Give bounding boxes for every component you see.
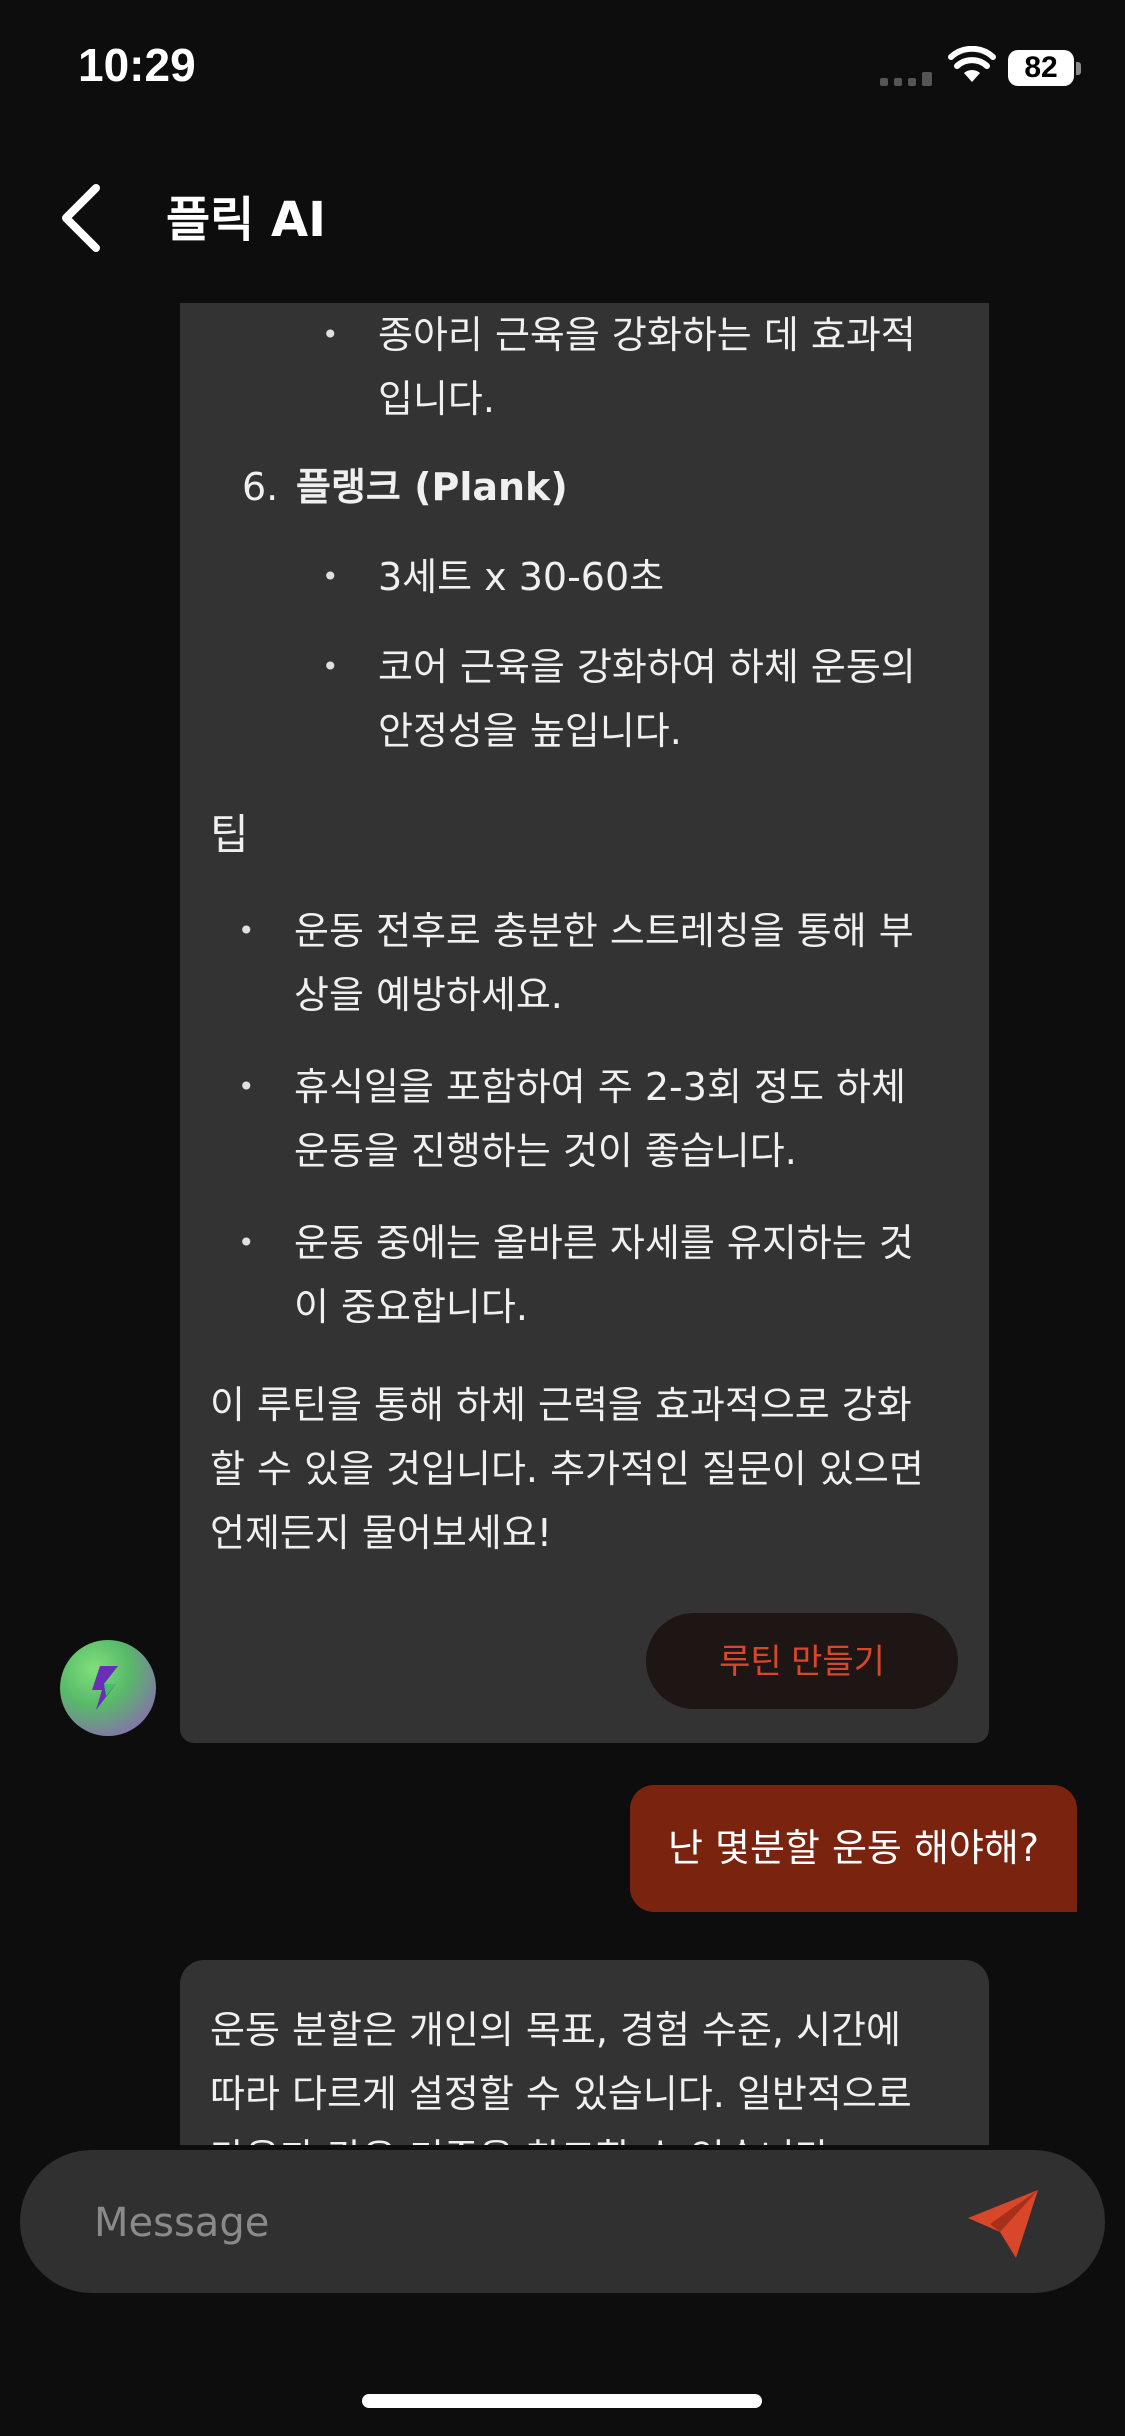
message-line: 운동 전후로 충분한 스트레칭을 통해 부 [294,909,914,953]
message-line: 휴식일을 포함하여 주 2-3회 정도 하체 [294,1065,906,1109]
battery-cap [1076,62,1081,75]
message-line: 다음과 같은 기준을 참고할 수 있습니다: [210,2126,843,2145]
flick-logo-icon [92,1666,118,1710]
message-line: 이 중요합니다. [294,1285,528,1329]
send-icon [968,2190,1038,2258]
message-line: 이 루틴을 통해 하체 근력을 효과적으로 강화 [210,1383,912,1427]
bot-message: 운동 분할은 개인의 목표, 경험 수준, 시간에 따라 다르게 설정할 수 있… [180,1960,989,2145]
bullet: • [322,650,339,683]
status-time: 10:29 [78,39,196,91]
bullet: • [238,1070,255,1103]
nav-bar: 플릭 AI [0,140,1125,295]
battery-indicator: 82 [1008,50,1074,86]
status-bar: 10:29 82 [0,0,1125,140]
back-button[interactable] [48,178,118,258]
bullet: • [322,318,339,351]
create-routine-button[interactable]: 루틴 만들기 [646,1613,958,1709]
message-input[interactable] [92,2150,926,2295]
bot-message: • 종아리 근육을 강화하는 데 효과적 입니다. 6. 플랭크 (Plank)… [180,303,989,1743]
section-heading: 팁 [210,810,249,859]
message-composer [20,2150,1105,2295]
home-indicator [362,2394,762,2408]
bullet: • [238,1226,255,1259]
message-line: 3세트 x 30-60초 [378,555,665,599]
message-line: 따라 다르게 설정할 수 있습니다. 일반적으로 [210,2072,912,2116]
bullet: • [238,914,255,947]
page-title: 플릭 AI [166,192,327,248]
chat-thread[interactable]: • 종아리 근육을 강화하는 데 효과적 입니다. 6. 플랭크 (Plank)… [0,295,1125,2145]
bullet: • [322,560,339,593]
bot-avatar [60,1640,156,1736]
user-message: 난 몇분할 운동 해야해? [630,1785,1077,1912]
message-line: 할 수 있을 것입니다. 추가적인 질문이 있으면 [210,1447,924,1491]
message-line: 종아리 근육을 강화하는 데 효과적 [378,313,916,357]
message-line: 입니다. [378,377,495,421]
list-number: 6. [242,465,279,509]
message-line: 안정성을 높입니다. [378,709,682,753]
send-button[interactable] [958,2178,1048,2268]
message-line: 코어 근육을 강화하여 하체 운동의 [378,645,916,689]
wifi-icon [948,46,996,82]
signal-icon [880,72,932,86]
message-line: 운동을 진행하는 것이 좋습니다. [294,1129,797,1173]
exercise-title: 플랭크 (Plank) [296,465,568,509]
message-line: 운동 분할은 개인의 목표, 경험 수준, 시간에 [210,2008,901,2052]
chevron-left-icon [62,184,100,252]
message-line: 언제든지 물어보세요! [210,1511,552,1555]
message-line: 운동 중에는 올바른 자세를 유지하는 것 [294,1221,914,1265]
message-line: 상을 예방하세요. [294,973,563,1017]
